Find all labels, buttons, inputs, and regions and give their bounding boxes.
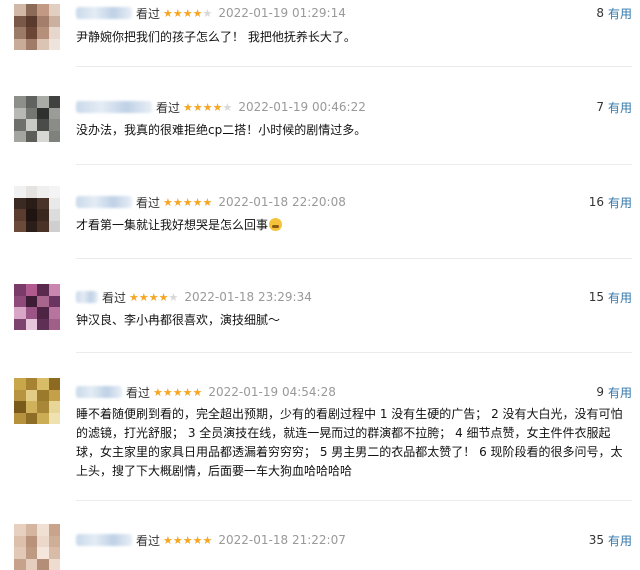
useful-count: 35 — [588, 533, 604, 547]
comment-text: 才看第一集就让我好想哭是怎么回事 — [76, 216, 631, 235]
rating-stars: ★ ★ ★ ★ ★ — [163, 535, 212, 546]
username-blurred[interactable] — [76, 534, 132, 546]
comment-text: 尹静婉你把我们的孩子怎么了！ 我把他抚养长大了。 — [76, 30, 356, 44]
avatar[interactable] — [14, 284, 60, 330]
useful-count: 8 — [596, 6, 604, 20]
star-filled-icon: ★ — [192, 6, 203, 20]
useful-count: 15 — [588, 290, 604, 304]
watch-status: 看过 — [126, 385, 151, 400]
comment-time: 2022-01-19 01:29:14 — [218, 6, 346, 20]
username-blurred[interactable] — [76, 7, 132, 19]
useful-vote-link[interactable]: 有用 — [608, 384, 632, 401]
rating-stars: ★ ★ ★ ★ ★ — [129, 292, 178, 303]
username-blurred[interactable] — [76, 196, 132, 208]
star-filled-icon: ★ — [183, 100, 193, 114]
divider — [76, 500, 632, 501]
star-filled-icon: ★ — [182, 6, 193, 20]
star-filled-icon: ★ — [192, 195, 203, 209]
rating-stars: ★ ★ ★ ★ ★ — [163, 197, 212, 208]
avatar[interactable] — [14, 186, 60, 232]
useful-vote-link[interactable]: 有用 — [608, 289, 632, 306]
username-blurred[interactable] — [76, 291, 98, 303]
star-filled-icon: ★ — [212, 100, 223, 114]
comment-time: 2022-01-19 04:54:28 — [208, 385, 336, 399]
star-filled-icon: ★ — [148, 290, 159, 304]
comment-time: 2022-01-18 23:29:34 — [184, 290, 312, 304]
divider — [76, 352, 632, 353]
useful-vote-link[interactable]: 有用 — [608, 532, 632, 549]
useful-vote-link[interactable]: 有用 — [608, 194, 632, 211]
star-filled-icon: ★ — [162, 385, 173, 399]
watch-status: 看过 — [136, 195, 161, 210]
comment-text: 没办法，我真的很难拒绝cp二搭！小时候的剧情过多。 — [76, 123, 367, 137]
star-filled-icon: ★ — [202, 100, 213, 114]
useful-vote-link[interactable]: 有用 — [608, 5, 632, 22]
username-blurred[interactable] — [76, 101, 152, 113]
star-filled-icon: ★ — [138, 290, 149, 304]
star-empty-icon: ★ — [168, 290, 179, 304]
star-filled-icon: ★ — [192, 385, 203, 399]
comment-time: 2022-01-19 00:46:22 — [238, 100, 366, 114]
divider — [76, 258, 632, 259]
star-filled-icon: ★ — [172, 385, 183, 399]
star-filled-icon: ★ — [182, 385, 193, 399]
rating-stars: ★ ★ ★ ★ ★ — [183, 102, 232, 113]
star-filled-icon: ★ — [163, 195, 173, 209]
avatar[interactable] — [14, 524, 60, 570]
star-filled-icon: ★ — [153, 385, 163, 399]
star-filled-icon: ★ — [202, 533, 213, 547]
star-filled-icon: ★ — [172, 195, 183, 209]
comment-text-content: 才看第一集就让我好想哭是怎么回事 — [76, 218, 269, 232]
star-filled-icon: ★ — [163, 6, 173, 20]
useful-count: 7 — [596, 100, 604, 114]
username-blurred[interactable] — [76, 386, 122, 398]
useful-count: 16 — [588, 195, 604, 209]
useful-count: 9 — [596, 385, 604, 399]
star-filled-icon: ★ — [163, 533, 173, 547]
star-empty-icon: ★ — [222, 100, 233, 114]
watch-status: 看过 — [156, 100, 181, 115]
avatar[interactable] — [14, 378, 60, 424]
avatar[interactable] — [14, 96, 60, 142]
watch-status: 看过 — [102, 290, 127, 305]
watch-status: 看过 — [136, 6, 161, 21]
star-filled-icon: ★ — [182, 533, 193, 547]
star-filled-icon: ★ — [172, 6, 183, 20]
star-filled-icon: ★ — [192, 100, 203, 114]
rating-stars: ★ ★ ★ ★ ★ — [153, 387, 202, 398]
star-filled-icon: ★ — [129, 290, 139, 304]
comment-text: 钟汉良、李小冉都很喜欢，演技细腻～ — [76, 313, 281, 327]
star-filled-icon: ★ — [192, 533, 203, 547]
avatar[interactable] — [14, 4, 60, 50]
useful-vote-link[interactable]: 有用 — [608, 99, 632, 116]
watch-status: 看过 — [136, 533, 161, 548]
comment-time: 2022-01-18 22:20:08 — [218, 195, 346, 209]
divider — [76, 66, 632, 67]
comment-text: 睡不着随便刷到看的，完全超出预期，少有的看剧过程中 1 没有生硬的广告； 2 没… — [76, 407, 623, 478]
star-filled-icon: ★ — [182, 195, 193, 209]
star-empty-icon: ★ — [202, 6, 213, 20]
comment-time: 2022-01-18 21:22:07 — [218, 533, 346, 547]
crying-face-icon — [269, 218, 283, 231]
star-filled-icon: ★ — [158, 290, 169, 304]
star-filled-icon: ★ — [172, 533, 183, 547]
rating-stars: ★ ★ ★ ★ ★ — [163, 8, 212, 19]
star-filled-icon: ★ — [202, 195, 213, 209]
divider — [76, 164, 632, 165]
